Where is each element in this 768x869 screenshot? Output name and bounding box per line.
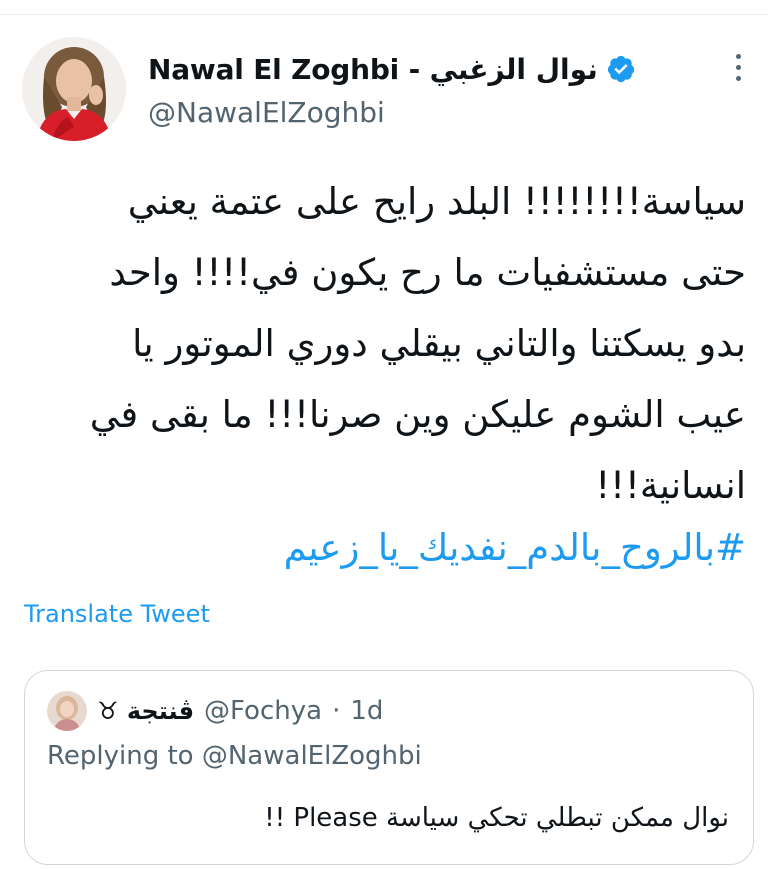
profile-photo-icon	[22, 37, 126, 141]
separator-dot: ·	[332, 696, 341, 726]
quoted-display-name[interactable]: ڤنتجة ♉	[97, 697, 194, 725]
tweet-text-line: بدو يسكتنا والتاني بيقلي دوري الموتور يا	[132, 322, 746, 365]
quoted-header: ڤنتجة ♉ @Fochya · 1d	[97, 691, 383, 731]
author-handle[interactable]: @NawalElZoghbi	[148, 96, 385, 129]
tweet-text-line: عيب الشوم عليكن وين صرنا!!! ما بقى في	[89, 393, 746, 436]
quoted-tweet-text: نوال ممكن تبطلي تحكي سياسة Please !!	[264, 803, 729, 833]
replying-prefix: Replying to	[47, 741, 194, 771]
quoted-timestamp[interactable]: 1d	[350, 696, 383, 726]
quoted-tweet-card[interactable]: ڤنتجة ♉ @Fochya · 1d Replying to @NawalE…	[24, 670, 754, 865]
author-avatar[interactable]	[22, 37, 126, 141]
quoted-profile-photo-icon	[47, 691, 87, 731]
top-divider	[0, 14, 768, 15]
more-vertical-icon[interactable]	[728, 54, 748, 88]
tweet-text-line: انسانية!!!	[595, 464, 746, 507]
tweet-text-line: سياسة!!!!!!!! البلد رايح على عتمة يعني	[127, 180, 746, 223]
verified-badge-icon	[606, 54, 636, 84]
author-name-row: Nawal El Zoghbi - نوال الزغبي	[148, 48, 636, 90]
tweet-text: سياسة!!!!!!!! البلد رايح على عتمة يعني ح…	[24, 166, 746, 521]
author-display-name[interactable]: Nawal El Zoghbi - نوال الزغبي	[148, 53, 598, 86]
quoted-handle[interactable]: @Fochya	[204, 696, 322, 726]
translate-tweet-link[interactable]: Translate Tweet	[24, 600, 210, 628]
replying-to-line: Replying to @NawalElZoghbi	[47, 741, 422, 771]
tweet-text-line: حتى مستشفيات ما رح يكون في!!!! واحد	[109, 251, 746, 294]
replying-mention-link[interactable]: @NawalElZoghbi	[202, 741, 422, 771]
quoted-author-avatar[interactable]	[47, 691, 87, 731]
hashtag-link[interactable]: #بالروح_بالدم_نفديك_يا_زعيم	[24, 512, 746, 583]
